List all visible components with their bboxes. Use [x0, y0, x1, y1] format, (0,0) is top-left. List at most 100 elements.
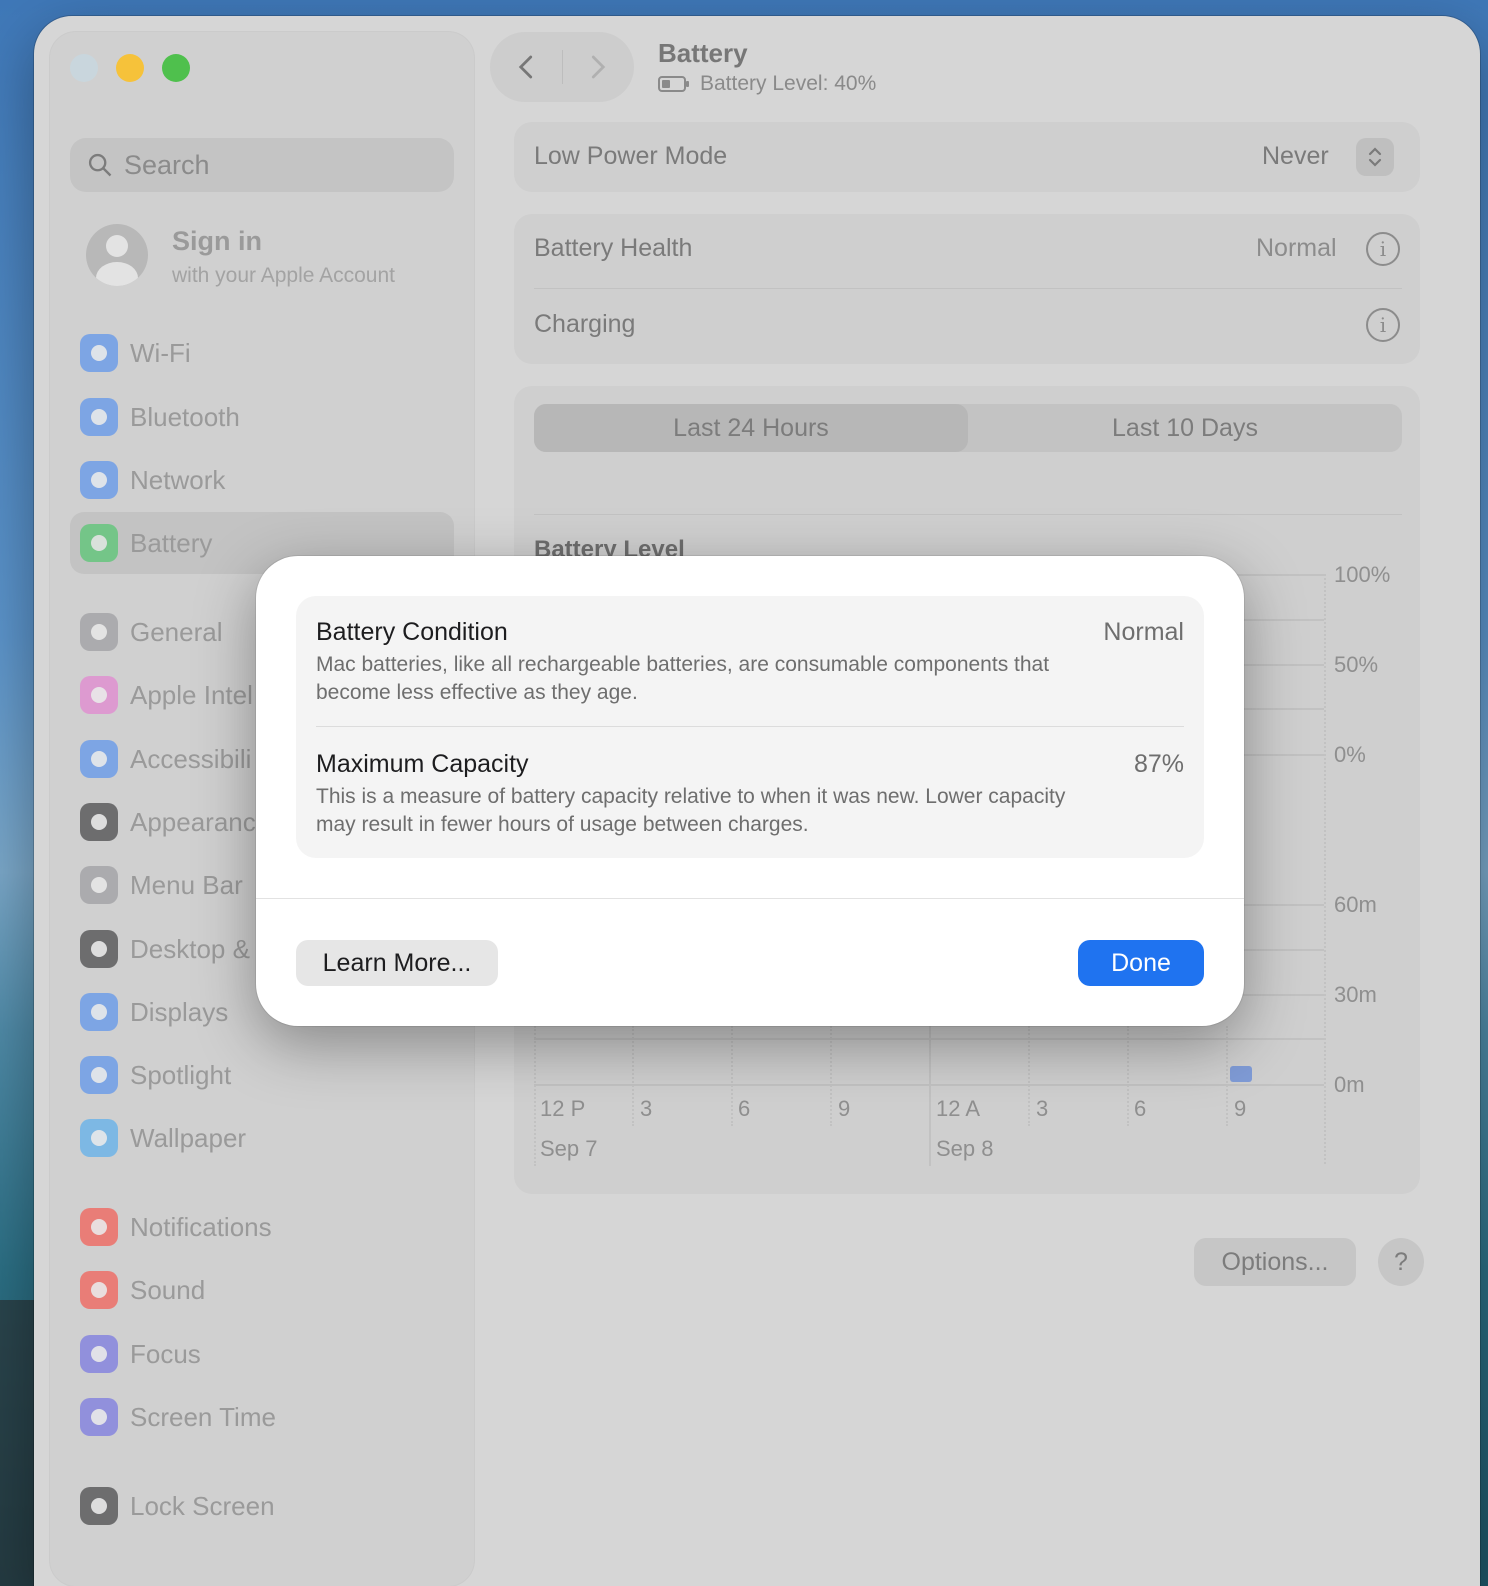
sidebar-item-label: Screen Time — [130, 1401, 276, 1432]
sidebar-item-label: Battery — [130, 527, 213, 558]
sun-icon — [80, 993, 118, 1031]
x-axis-tick: 12 A — [936, 1096, 981, 1121]
battery-icon — [80, 524, 118, 562]
health-charging-card: Battery Health Normal i Charging i — [514, 214, 1420, 364]
usage-bar — [1230, 1066, 1252, 1082]
charging-info-icon[interactable]: i — [1366, 308, 1400, 342]
x-axis-tick: 9 — [838, 1096, 851, 1121]
x-axis-tick: 3 — [1036, 1096, 1049, 1121]
bell-icon — [80, 1208, 118, 1246]
sidebar-item-screen-time[interactable]: Screen Time — [70, 1386, 454, 1448]
y-axis-tick: 50% — [1334, 652, 1379, 677]
accessibility-icon — [80, 740, 118, 778]
sidebar-item-label: Bluetooth — [130, 401, 240, 432]
sidebar-item-label: Notifications — [130, 1211, 272, 1242]
moon-icon — [80, 1335, 118, 1373]
done-button[interactable]: Done — [1078, 940, 1204, 986]
battery-health-value: Normal — [1256, 234, 1337, 262]
sidebar-item-label: Spotlight — [130, 1059, 232, 1090]
battery-condition-description: Mac batteries, like all rechargeable bat… — [316, 653, 1050, 704]
search-icon — [88, 153, 112, 177]
zoom-button[interactable] — [162, 54, 190, 82]
battery-health-details: Battery Condition Normal Mac batteries, … — [296, 596, 1204, 858]
battery-health-label: Battery Health — [534, 234, 693, 262]
tab-last-10-days[interactable]: Last 10 Days — [968, 404, 1402, 452]
hourglass-icon — [80, 1398, 118, 1436]
learn-more-button[interactable]: Learn More... — [296, 940, 498, 986]
account-title: Sign in — [172, 226, 262, 256]
y-axis-tick: 100% — [1334, 562, 1391, 587]
speaker-icon — [80, 1271, 118, 1309]
sidebar-item-label: Apple Intel — [130, 679, 253, 710]
x-axis-tick: 6 — [1134, 1096, 1147, 1121]
y-axis-tick: 0% — [1334, 742, 1366, 767]
help-button[interactable]: ? — [1378, 1238, 1424, 1286]
sidebar-item-label: Focus — [130, 1338, 201, 1369]
back-chevron-icon[interactable] — [512, 52, 542, 82]
y-axis-tick: 0m — [1334, 1072, 1365, 1097]
low-power-mode-label: Low Power Mode — [534, 142, 728, 170]
account-sign-in[interactable]: Sign in with your Apple Account — [86, 224, 466, 294]
sidebar-item-lock-screen[interactable]: Lock Screen — [70, 1475, 454, 1537]
sidebar-item-label: Lock Screen — [130, 1490, 275, 1521]
sidebar-item-focus[interactable]: Focus — [70, 1323, 454, 1385]
account-subtitle: with your Apple Account — [172, 264, 395, 287]
sidebar-item-network[interactable]: Network — [70, 449, 454, 511]
sidebar-item-spotlight[interactable]: Spotlight — [70, 1044, 454, 1106]
page-title: Battery — [658, 38, 748, 68]
globe-icon — [80, 461, 118, 499]
apple-intelligence-icon — [80, 676, 118, 714]
low-power-mode-row: Low Power Mode Never — [514, 122, 1420, 192]
forward-chevron-icon[interactable] — [582, 52, 612, 82]
x-axis-tick: 6 — [738, 1096, 751, 1121]
x-axis-date: Sep 8 — [936, 1136, 994, 1161]
navigation-buttons — [490, 32, 634, 102]
time-range-segmented-control: Last 24 Hours Last 10 Days — [534, 404, 1402, 452]
battery-condition-value: Normal — [1103, 618, 1184, 646]
minimize-button[interactable] — [116, 54, 144, 82]
sidebar-item-label: Appearanc — [130, 806, 256, 837]
maximum-capacity-title: Maximum Capacity — [316, 750, 529, 778]
sidebar-item-label: Accessibili — [130, 743, 252, 774]
search-placeholder: Search — [124, 149, 210, 180]
close-button[interactable] — [70, 54, 98, 82]
sidebar-item-wallpaper[interactable]: Wallpaper — [70, 1107, 454, 1169]
y-axis-tick: 30m — [1334, 982, 1377, 1007]
maximum-capacity-description: This is a measure of battery capacity re… — [316, 785, 1066, 836]
sidebar-item-label: General — [130, 616, 223, 647]
sidebar-item-bluetooth[interactable]: Bluetooth — [70, 386, 454, 448]
x-axis-date: Sep 7 — [540, 1136, 598, 1161]
charging-label: Charging — [534, 310, 636, 338]
low-power-mode-value[interactable]: Never — [1262, 142, 1329, 171]
maximum-capacity-value: 87% — [1133, 750, 1184, 778]
sidebar-item-label: Desktop & — [130, 933, 250, 964]
sidebar-item-label: Wi-Fi — [130, 337, 191, 368]
updown-chevron-icon — [1368, 147, 1382, 167]
menu-bar-icon — [80, 866, 118, 904]
sidebar-item-sound[interactable]: Sound — [70, 1259, 454, 1321]
sidebar-item-label: Sound — [130, 1274, 206, 1305]
battery-health-dialog: Battery Condition Normal Mac batteries, … — [256, 556, 1244, 1026]
magnifier-icon — [80, 1056, 118, 1094]
sidebar-item-label: Menu Bar — [130, 869, 243, 900]
x-axis-tick: 9 — [1234, 1096, 1247, 1121]
avatar — [86, 224, 148, 286]
appearance-icon — [80, 803, 118, 841]
sidebar-item-wi-fi[interactable]: Wi-Fi — [70, 322, 454, 384]
low-power-mode-stepper[interactable] — [1356, 138, 1394, 176]
battery-health-info-icon[interactable]: i — [1366, 232, 1400, 266]
flower-icon — [80, 1119, 118, 1157]
search-field[interactable]: Search — [70, 138, 454, 192]
page-subtitle: Battery Level: 40% — [658, 72, 876, 96]
bluetooth-icon — [80, 398, 118, 436]
gear-icon — [80, 613, 118, 651]
x-axis-tick: 12 P — [540, 1096, 586, 1121]
tab-last-24-hours[interactable]: Last 24 Hours — [534, 404, 968, 452]
sidebar-item-label: Wallpaper — [130, 1122, 247, 1153]
battery-level-icon — [658, 76, 689, 92]
sidebar-item-label: Network — [130, 464, 226, 495]
battery-condition-title: Battery Condition — [316, 618, 508, 646]
options-button[interactable]: Options... — [1194, 1238, 1356, 1286]
lock-icon — [80, 1487, 118, 1525]
sidebar-item-notifications[interactable]: Notifications — [70, 1196, 454, 1258]
